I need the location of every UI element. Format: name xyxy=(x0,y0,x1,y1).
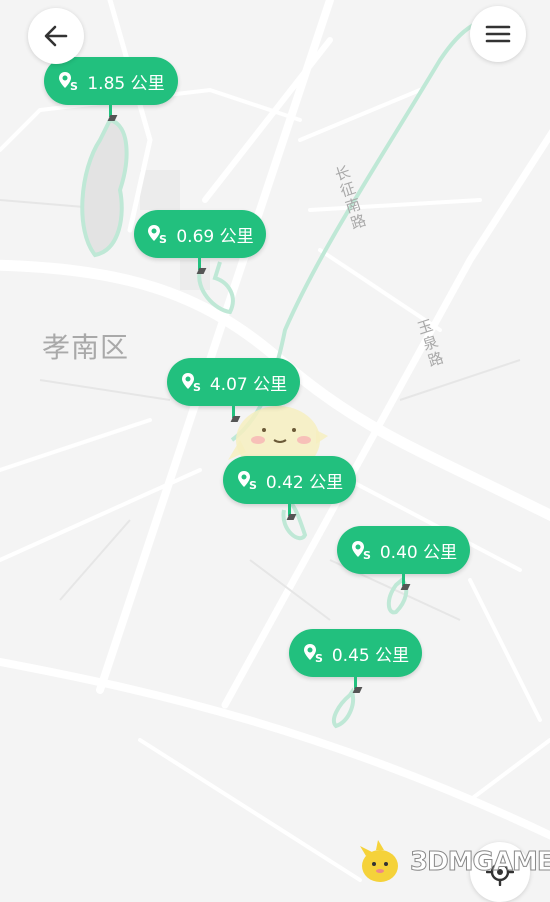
route-pin[interactable]: S 0.45 公里 xyxy=(289,629,422,689)
watermark-text: 3DMGAME xyxy=(410,847,550,878)
route-distance: 0.42 公里 xyxy=(265,472,344,493)
svg-text:S: S xyxy=(159,233,167,245)
route-pin[interactable]: S 0.42 公里 xyxy=(223,456,356,516)
building-block xyxy=(140,170,180,210)
route-distance: 1.85 公里 xyxy=(87,73,165,94)
back-button[interactable] xyxy=(28,8,84,64)
route-pin[interactable]: S 4.07 公里 xyxy=(167,358,300,418)
route-distance: 0.45 公里 xyxy=(331,645,410,666)
route-distance: 0.40 公里 xyxy=(379,542,458,563)
route-marker-icon: S xyxy=(148,225,167,245)
route-marker-icon: S xyxy=(303,644,323,664)
watermark-mascot-icon xyxy=(360,840,398,882)
route-marker-icon: S xyxy=(181,373,201,393)
back-arrow-icon xyxy=(44,25,68,47)
route-distance: 4.07 公里 xyxy=(209,374,288,395)
menu-button[interactable] xyxy=(470,6,526,62)
svg-text:S: S xyxy=(315,652,323,664)
svg-text:S: S xyxy=(70,80,78,92)
route-marker-icon: S xyxy=(351,541,371,561)
route-pin[interactable]: S 0.69 公里 xyxy=(134,210,266,270)
route-marker-icon: S xyxy=(237,471,257,491)
watermark: 3DMGAME xyxy=(356,838,550,886)
route-pin[interactable]: S 1.85 公里 xyxy=(44,57,178,117)
route-pin[interactable]: S 0.40 公里 xyxy=(337,526,470,586)
route-distance: 0.69 公里 xyxy=(176,226,254,247)
svg-text:S: S xyxy=(193,381,201,393)
svg-text:S: S xyxy=(249,479,257,491)
district-label: 孝南区 xyxy=(42,331,130,364)
menu-icon xyxy=(485,25,511,43)
svg-text:S: S xyxy=(363,549,371,561)
building-block xyxy=(180,260,210,290)
route-marker-icon: S xyxy=(59,72,78,92)
